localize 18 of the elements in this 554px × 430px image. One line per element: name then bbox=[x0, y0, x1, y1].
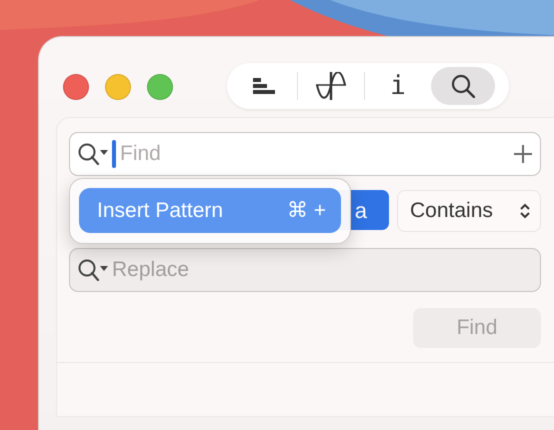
info-tool-button[interactable]: i bbox=[373, 67, 423, 105]
menu-item[interactable]: Insert Pattern ⌘ + bbox=[79, 188, 341, 233]
replace-input[interactable]: Replace bbox=[108, 254, 532, 286]
bars-icon bbox=[253, 78, 275, 94]
search-tool-button[interactable] bbox=[431, 67, 495, 105]
updown-chevron-icon bbox=[520, 203, 530, 219]
find-input[interactable]: Find bbox=[116, 138, 514, 170]
window-button[interactable] bbox=[147, 74, 173, 100]
plus-icon[interactable] bbox=[514, 145, 532, 163]
find-field[interactable]: Find bbox=[69, 132, 541, 176]
window-button[interactable] bbox=[63, 74, 89, 100]
replace-field[interactable]: Replace bbox=[69, 248, 541, 292]
search-icon bbox=[451, 74, 475, 98]
popup-label: Contains bbox=[410, 198, 493, 224]
search-menu-icon[interactable] bbox=[78, 259, 108, 281]
mode-popup[interactable]: Contains bbox=[397, 190, 541, 232]
sine-wave-icon bbox=[316, 72, 346, 100]
search-menu-icon[interactable] bbox=[78, 143, 108, 165]
